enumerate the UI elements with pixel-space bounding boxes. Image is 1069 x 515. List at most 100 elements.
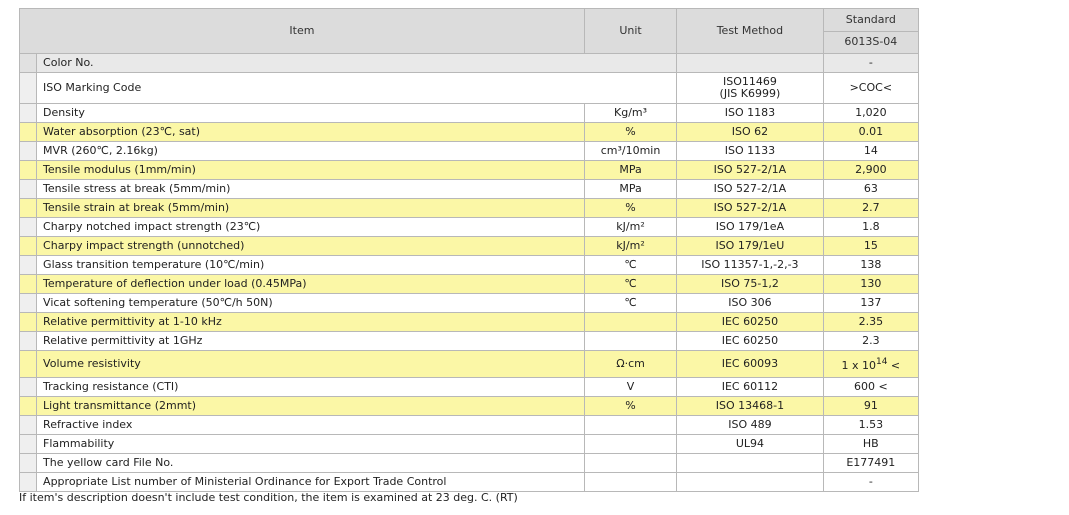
cell-test-method [676, 53, 824, 73]
cell-unit: Ω·cm [583, 350, 678, 378]
cell-test-method: ISO 179/1eA [676, 217, 824, 237]
value-exponent: 14 [875, 357, 888, 367]
cell-unit [583, 331, 678, 351]
value-base: 1 x 10 [841, 359, 876, 372]
cell-item: Tensile stress at break (5mm/min) [36, 179, 585, 199]
cell-item: Tracking resistance (CTI) [36, 377, 585, 397]
cell-test-method: ISO 13468-1 [676, 396, 824, 416]
cell-test-method: ISO 1183 [676, 103, 824, 123]
cell-value: - [822, 53, 920, 73]
row-marker-cell [18, 415, 38, 435]
cell-unit: % [583, 396, 678, 416]
cell-item: ISO Marking Code [36, 72, 678, 104]
header-item: Item [19, 8, 585, 54]
table-row: Temperature of deflection under load (0.… [18, 274, 920, 294]
cell-test-method: IEC 60112 [676, 377, 824, 397]
cell-unit: MPa [583, 179, 678, 199]
cell-unit: ℃ [583, 293, 678, 313]
row-marker-cell [18, 141, 38, 161]
cell-unit: ℃ [583, 255, 678, 275]
cell-unit: cm³/10min [583, 141, 678, 161]
cell-test-method: ISO11469 (JIS K6999) [676, 72, 824, 104]
cell-unit: Kg/m³ [583, 103, 678, 123]
cell-value: 2.7 [822, 198, 920, 218]
cell-item: Vicat softening temperature (50℃/h 50N) [36, 293, 585, 313]
cell-item: Appropriate List number of Ministerial O… [36, 472, 585, 492]
cell-test-method: ISO 527-2/1A [676, 179, 824, 199]
cell-unit [583, 434, 678, 454]
cell-test-method: ISO 179/1eU [676, 236, 824, 256]
cell-item: Relative permittivity at 1-10 kHz [36, 312, 585, 332]
cell-test-method: IEC 60250 [676, 312, 824, 332]
cell-item: Water absorption (23℃, sat) [36, 122, 585, 142]
cell-value: 2.3 [822, 331, 920, 351]
table-row: Flammability UL94 HB [18, 434, 920, 454]
row-marker-cell [18, 217, 38, 237]
row-marker-cell [18, 103, 38, 123]
cell-unit: ℃ [583, 274, 678, 294]
properties-table: Item Unit Test Method Standard 6013S-04 … [18, 8, 920, 492]
cell-unit: V [583, 377, 678, 397]
cell-value: 0.01 [822, 122, 920, 142]
cell-test-method: ISO 489 [676, 415, 824, 435]
cell-unit: % [583, 122, 678, 142]
table-row: Refractive index ISO 489 1.53 [18, 415, 920, 435]
cell-item: Tensile modulus (1mm/min) [36, 160, 585, 180]
cell-test-method: ISO 11357-1,-2,-3 [676, 255, 824, 275]
cell-item: Volume resistivity [36, 350, 585, 378]
cell-item: Flammability [36, 434, 585, 454]
table-row: Volume resistivity Ω·cm IEC 60093 1 x 1014 … [18, 350, 920, 378]
table-row: Light transmittance (2mmt)% ISO 13468-1 91 [18, 396, 920, 416]
row-marker-cell [18, 293, 38, 313]
cell-unit [583, 312, 678, 332]
table-row: Tensile modulus (1mm/min) MPa ISO 527-2/1A… [18, 160, 920, 180]
cell-item: Tensile strain at break (5mm/min) [36, 198, 585, 218]
row-marker-cell [18, 179, 38, 199]
cell-item: MVR (260℃, 2.16kg) [36, 141, 585, 161]
cell-value: 91 [822, 396, 920, 416]
cell-item: The yellow card File No. [36, 453, 585, 473]
table-row: Relative permittivity at 1GHz IEC 60250 2.… [18, 331, 920, 351]
cell-test-method: ISO 75-1,2 [676, 274, 824, 294]
value-suffix: < [887, 359, 901, 372]
table-row: Vicat softening temperature (50℃/h 50N) ℃… [18, 293, 920, 313]
row-marker-cell [18, 122, 38, 142]
row-marker-cell [18, 236, 38, 256]
row-marker-cell [18, 72, 38, 104]
table-row: Appropriate List number of Ministerial O… [18, 472, 920, 492]
table-row: The yellow card File No. E177491 [18, 453, 920, 473]
row-marker-cell [18, 53, 38, 73]
row-marker-cell [18, 453, 38, 473]
cell-value: 600 < [822, 377, 920, 397]
cell-test-method: ISO 1133 [676, 141, 824, 161]
row-marker-cell [18, 434, 38, 454]
row-marker-cell [18, 350, 38, 378]
row-marker-cell [18, 255, 38, 275]
cell-value: 130 [822, 274, 920, 294]
table-row: Color No. - [18, 53, 920, 73]
cell-item: Glass transition temperature (10℃/min) [36, 255, 585, 275]
header-grade: 6013S-04 [822, 30, 920, 54]
cell-value: 2.35 [822, 312, 920, 332]
row-marker-cell [18, 274, 38, 294]
cell-value: 1.53 [822, 415, 920, 435]
properties-table-container: Item Unit Test Method Standard 6013S-04 … [18, 8, 920, 492]
cell-item: Temperature of deflection under load (0.… [36, 274, 585, 294]
table-row: Charpy impact strength (unnotched) kJ/m² I… [18, 236, 920, 256]
table-row: Density Kg/m³ ISO 1183 1,020 [18, 103, 920, 123]
row-marker-cell [18, 396, 38, 416]
row-marker-cell [18, 160, 38, 180]
cell-test-method: ISO 527-2/1A [676, 198, 824, 218]
table-row: MVR (260℃, 2.16kg) cm³/10min ISO 1133 14 [18, 141, 920, 161]
cell-value: 14 [822, 141, 920, 161]
table-row: Relative permittivity at 1-10 kHz IEC 602… [18, 312, 920, 332]
cell-value: >COC< [822, 72, 920, 104]
cell-test-method: UL94 [676, 434, 824, 454]
table-row: Tensile strain at break (5mm/min)% ISO 52… [18, 198, 920, 218]
cell-unit: % [583, 198, 678, 218]
cell-item: Color No. [36, 53, 678, 73]
cell-test-method [676, 453, 824, 473]
cell-value: 1 x 1014 < [822, 350, 920, 378]
cell-unit [583, 415, 678, 435]
cell-test-method: IEC 60250 [676, 331, 824, 351]
